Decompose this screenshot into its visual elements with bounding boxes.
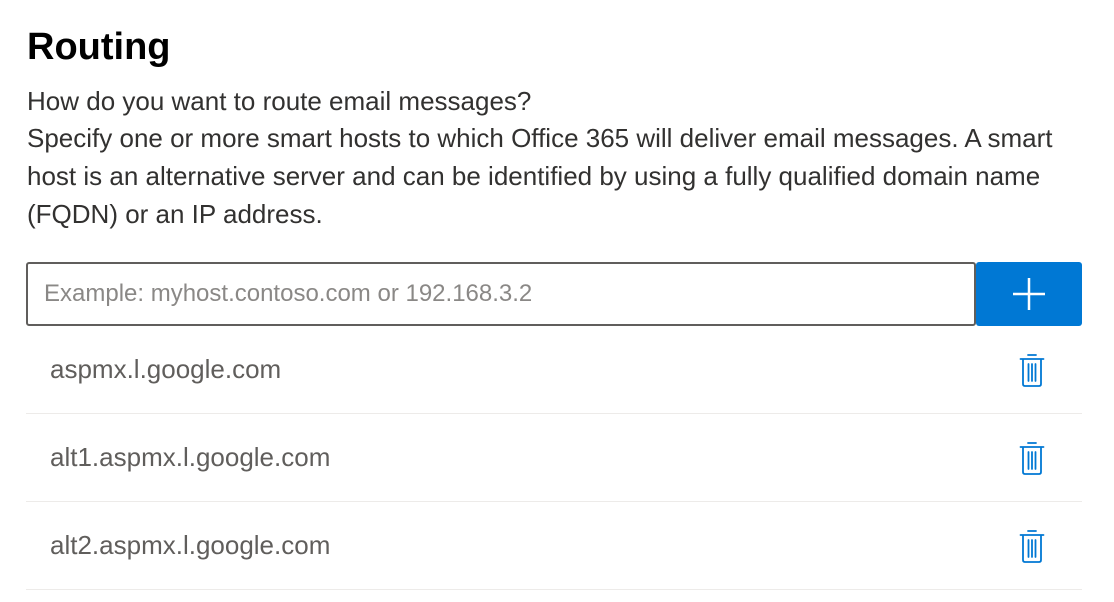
smart-host-row: aspmx.l.google.com [26,326,1082,414]
smart-host-input[interactable] [26,262,976,326]
delete-smart-host-button[interactable] [1012,351,1052,389]
delete-icon [1019,354,1045,387]
delete-icon [1019,442,1045,475]
routing-description: Specify one or more smart hosts to which… [27,123,1053,229]
delete-smart-host-button[interactable] [1012,439,1052,477]
add-smart-host-button[interactable] [976,262,1082,326]
delete-icon [1019,530,1045,563]
smart-host-name: aspmx.l.google.com [50,354,282,384]
smart-host-name: alt2.aspmx.l.google.com [50,530,331,560]
smart-host-row: alt2.aspmx.l.google.com [26,502,1082,590]
smart-host-list: aspmx.l.google.com alt1.aspmx.l.google.c… [26,326,1082,590]
plus-icon [1013,278,1045,310]
smart-host-name: alt1.aspmx.l.google.com [50,442,331,472]
page-title: Routing [27,26,171,68]
delete-smart-host-button[interactable] [1012,527,1052,565]
routing-page: Routing How do you want to route email m… [0,0,1114,602]
routing-question: How do you want to route email messages? [27,86,532,116]
smart-host-row: alt1.aspmx.l.google.com [26,414,1082,502]
